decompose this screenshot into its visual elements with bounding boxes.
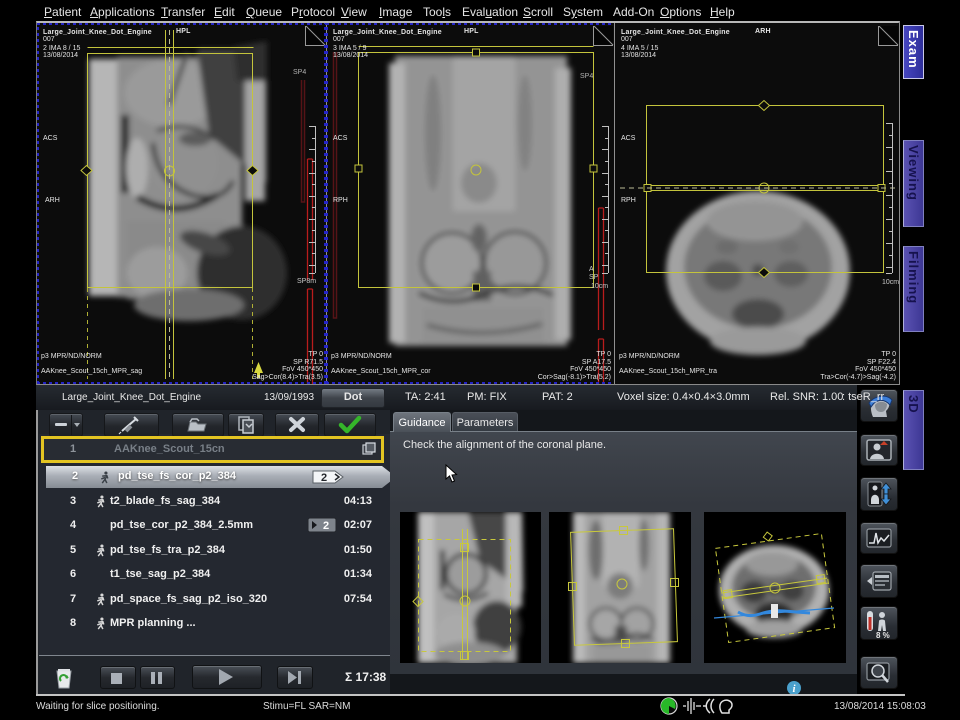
svg-text:2: 2 (323, 520, 329, 532)
svg-text:2: 2 (321, 472, 327, 484)
svg-text:8 %: 8 % (876, 631, 890, 639)
